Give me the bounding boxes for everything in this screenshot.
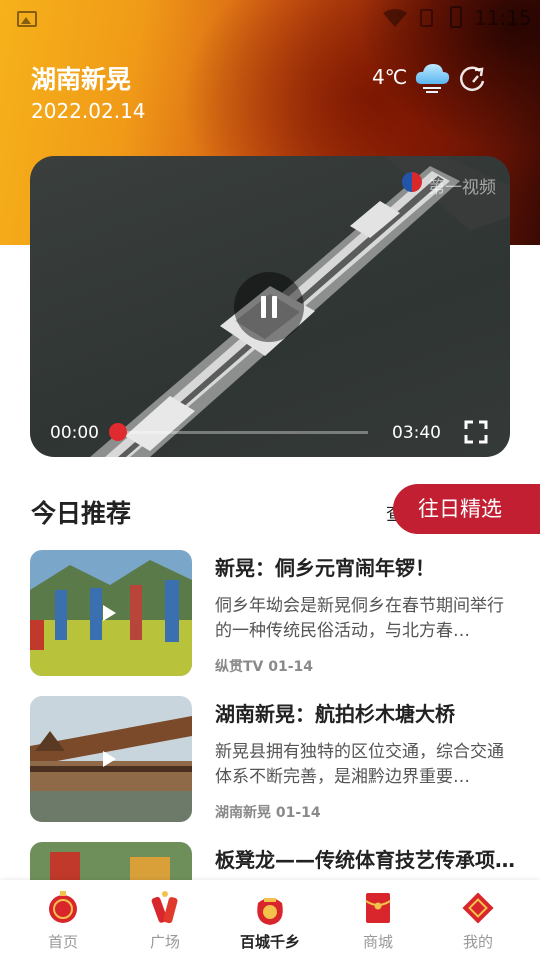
news-desc: 新晃县拥有独特的区位交通，综合交通体系不断完善，是湘黔边界重要… [215,742,504,787]
gallery-notification-icon [17,11,37,27]
status-bar: 11:15 [0,0,540,38]
channel-watermark: 第一视频 [428,178,496,198]
news-date: 01-14 [275,805,321,821]
tab-mall[interactable]: 商城 [324,880,432,960]
section-title: 今日推荐 [31,499,132,528]
tab-home[interactable]: 首页 [9,880,117,960]
temperature-label: 4℃ [372,65,408,89]
progress-knob[interactable] [109,423,127,441]
tab-label: 百城千乡 [239,933,300,951]
news-desc: 侗乡年坳会是新晃侗乡在春节期间举行的一种传统民俗活动，与北方春… [215,596,504,641]
news-meta: 湖南新晃 01-14 [215,802,321,822]
list-item[interactable]: 新晃：侗乡元宵闹年锣！ 侗乡年坳会是新晃侗乡在春节期间举行的一种传统民俗活动，与… [0,550,540,680]
news-date: 01-14 [268,659,314,675]
tab-square[interactable]: 广场 [111,880,219,960]
news-thumbnail [30,696,192,822]
total-time: 03:40 [392,423,441,443]
date-label: 2022.02.14 [31,99,146,123]
fu-lantern-icon [49,891,77,923]
tab-label: 商城 [362,933,393,951]
fu-bag-icon [257,898,283,925]
channel-logo-icon [402,172,422,192]
firecracker-icon [151,891,178,924]
progress-bar[interactable] [109,423,368,441]
history-picks-button[interactable]: 往日精选 [393,484,540,534]
battery-icon [450,6,462,28]
current-time: 00:00 [50,423,99,443]
location-title[interactable]: 湖南新晃 [31,60,131,96]
fullscreen-icon[interactable] [464,420,488,444]
sim-icon [420,9,433,27]
red-envelope-icon [365,893,391,923]
play-icon [103,751,116,767]
news-source: 湖南新晃 [215,805,271,821]
wifi-icon [383,9,407,27]
news-source: 纵贯TV [215,659,264,675]
bottom-tab-bar: 首页 广场 百城千乡 商城 我的 [0,880,540,960]
news-title[interactable]: 湖南新晃：航拍杉木塘大桥 [215,698,515,727]
news-title[interactable]: 板凳龙——传统体育技艺传承项… [215,844,515,873]
play-icon [103,605,116,621]
news-meta: 纵贯TV 01-14 [215,656,313,676]
tab-label: 我的 [462,933,493,951]
tab-mine[interactable]: 我的 [424,880,532,960]
list-item[interactable]: 湖南新晃：航拍杉木塘大桥 新晃县拥有独特的区位交通，综合交通体系不断完善，是湘黔… [0,696,540,826]
refresh-icon[interactable] [458,64,488,94]
snow-cloud-icon [415,64,450,93]
tab-cities[interactable]: 百城千乡 [216,880,324,960]
fu-diamond-icon [462,892,494,924]
video-player[interactable]: 第一视频 00:00 03:40 [30,156,510,457]
news-title[interactable]: 新晃：侗乡元宵闹年锣！ [215,552,515,581]
status-time: 11:15 [474,6,532,30]
pause-button[interactable] [234,272,304,342]
tab-label: 首页 [47,933,78,951]
news-thumbnail [30,550,192,676]
tab-label: 广场 [149,933,180,951]
